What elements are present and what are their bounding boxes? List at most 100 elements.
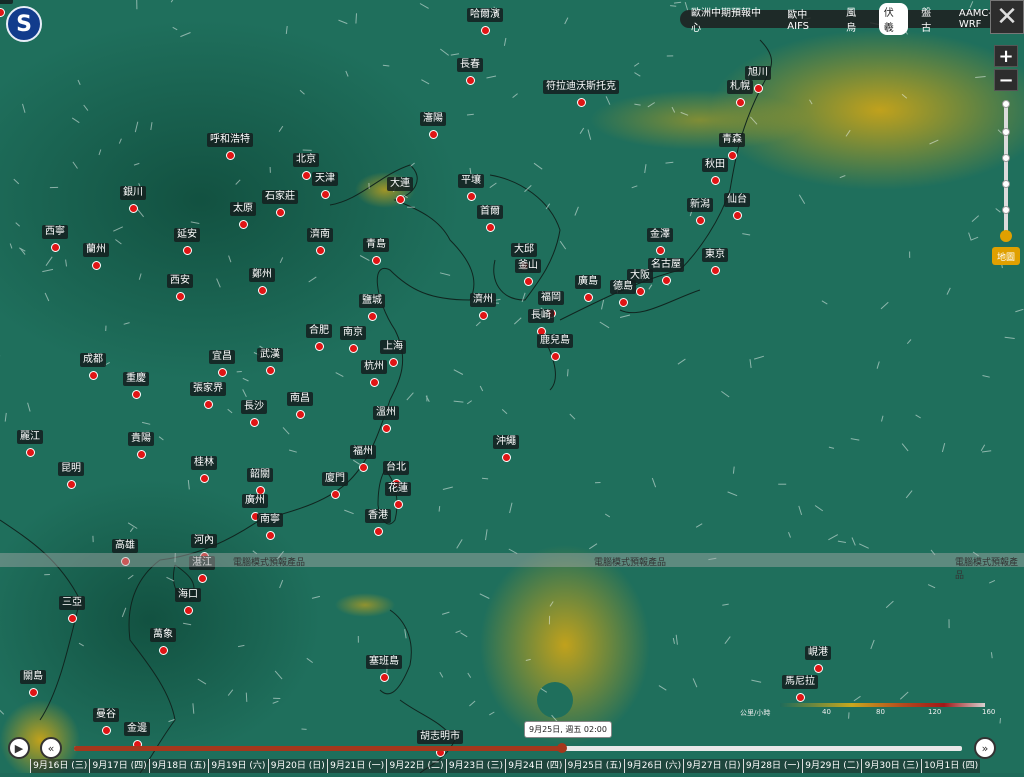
city-marker[interactable]: 沖繩 — [493, 435, 519, 462]
city-marker[interactable]: 韶關 — [247, 468, 273, 495]
city-marker[interactable]: 青森 — [719, 133, 745, 160]
city-marker[interactable]: 長春 — [457, 58, 483, 85]
city-dot-icon[interactable] — [814, 664, 823, 673]
city-marker[interactable]: 仙台 — [724, 193, 750, 220]
city-dot-icon[interactable] — [486, 223, 495, 232]
city-dot-icon[interactable] — [711, 176, 720, 185]
city-dot-icon[interactable] — [577, 98, 586, 107]
city-marker[interactable]: 東京 — [702, 248, 728, 275]
city-dot-icon[interactable] — [276, 208, 285, 217]
city-marker[interactable]: 呼和浩特 — [207, 133, 253, 160]
layer-slider-handle[interactable] — [1000, 230, 1012, 242]
city-dot-icon[interactable] — [711, 266, 720, 275]
city-marker[interactable]: 曼谷 — [93, 708, 119, 735]
city-dot-icon[interactable] — [551, 352, 560, 361]
city-dot-icon[interactable] — [662, 276, 671, 285]
layer-slider-stop[interactable] — [1002, 180, 1010, 188]
city-marker[interactable]: 大連 — [387, 177, 413, 204]
timeline-day[interactable]: 9月22日 (二) — [386, 759, 445, 773]
rewind-icon[interactable]: « — [40, 737, 62, 759]
city-dot-icon[interactable] — [137, 450, 146, 459]
city-marker[interactable]: 德島 — [610, 280, 636, 307]
layer-slider-stop[interactable] — [1002, 100, 1010, 108]
city-marker[interactable]: 麗江 — [17, 430, 43, 457]
city-marker[interactable]: 鄭州 — [249, 268, 275, 295]
forecast-map[interactable] — [0, 0, 1024, 773]
city-marker[interactable]: 札幌 — [727, 80, 753, 107]
city-dot-icon[interactable] — [51, 243, 60, 252]
city-marker[interactable]: 重慶 — [123, 372, 149, 399]
city-dot-icon[interactable] — [200, 474, 209, 483]
city-marker[interactable]: 濟南 — [307, 228, 333, 255]
city-dot-icon[interactable] — [250, 418, 259, 427]
city-marker[interactable]: 合肥 — [306, 324, 332, 351]
city-dot-icon[interactable] — [479, 311, 488, 320]
city-dot-icon[interactable] — [266, 366, 275, 375]
timeline-day[interactable]: 9月20日 (日) — [268, 759, 327, 773]
city-marker[interactable]: 鹿兒島 — [537, 334, 573, 361]
city-dot-icon[interactable] — [183, 246, 192, 255]
city-dot-icon[interactable] — [736, 98, 745, 107]
city-marker[interactable]: 杭州 — [361, 360, 387, 387]
city-dot-icon[interactable] — [26, 448, 35, 457]
city-marker[interactable]: 金澤 — [647, 228, 673, 255]
city-marker[interactable]: 海口 — [175, 588, 201, 615]
city-dot-icon[interactable] — [132, 390, 141, 399]
city-dot-icon[interactable] — [636, 287, 645, 296]
city-marker[interactable]: 香港 — [365, 509, 391, 536]
city-marker[interactable]: 馬尼拉 — [782, 675, 818, 702]
city-dot-icon[interactable] — [266, 531, 275, 540]
city-marker[interactable]: 關島 — [20, 670, 46, 697]
city-dot-icon[interactable] — [372, 256, 381, 265]
timeline-day[interactable]: 9月16日 (三) — [30, 759, 89, 773]
layer-slider-stop[interactable] — [1002, 128, 1010, 136]
city-marker[interactable]: 濟州 — [470, 293, 496, 320]
city-marker[interactable]: 溫州 — [373, 406, 399, 433]
city-dot-icon[interactable] — [29, 688, 38, 697]
terrain-toggle-button[interactable]: 地圖 — [992, 247, 1020, 265]
city-dot-icon[interactable] — [754, 84, 763, 93]
city-dot-icon[interactable] — [176, 292, 185, 301]
city-marker[interactable]: 塞班島 — [366, 655, 402, 682]
city-marker[interactable]: 成都 — [80, 353, 106, 380]
timeline-day[interactable]: 10月1日 (四) — [921, 759, 980, 773]
city-dot-icon[interactable] — [218, 368, 227, 377]
city-dot-icon[interactable] — [524, 277, 533, 286]
city-marker[interactable]: 銀川 — [120, 186, 146, 213]
layer-slider-stop[interactable] — [1002, 206, 1010, 214]
timeline-day[interactable]: 9月25日 (五) — [565, 759, 624, 773]
city-dot-icon[interactable] — [321, 190, 330, 199]
city-marker[interactable]: 太原 — [230, 202, 256, 229]
city-dot-icon[interactable] — [368, 312, 377, 321]
city-marker[interactable]: 廣島 — [575, 275, 601, 302]
city-dot-icon[interactable] — [374, 527, 383, 536]
city-marker[interactable]: 南寧 — [257, 513, 283, 540]
city-marker[interactable]: 延安 — [174, 228, 200, 255]
city-marker[interactable]: 三亞 — [59, 596, 85, 623]
city-dot-icon[interactable] — [302, 171, 311, 180]
timeline-day[interactable]: 9月27日 (日) — [683, 759, 742, 773]
city-dot-icon[interactable] — [331, 490, 340, 499]
model-ecmwf-aifs[interactable]: 歐中AIFS — [782, 5, 833, 33]
city-marker[interactable]: 長沙 — [241, 400, 267, 427]
city-dot-icon[interactable] — [481, 26, 490, 35]
city-dot-icon[interactable] — [316, 246, 325, 255]
city-dot-icon[interactable] — [502, 453, 511, 462]
city-marker[interactable]: 新潟 — [687, 198, 713, 225]
model-pangu[interactable]: 盤古 — [916, 3, 946, 35]
city-dot-icon[interactable] — [184, 606, 193, 615]
city-dot-icon[interactable] — [466, 76, 475, 85]
model-fuxi[interactable]: 伏羲 — [879, 3, 909, 35]
city-marker[interactable]: 昆明 — [58, 462, 84, 489]
city-dot-icon[interactable] — [733, 211, 742, 220]
city-marker[interactable]: 石家莊 — [262, 190, 298, 217]
timeline-day[interactable]: 9月19日 (六) — [208, 759, 267, 773]
city-dot-icon[interactable] — [315, 342, 324, 351]
city-dot-icon[interactable] — [370, 378, 379, 387]
city-marker[interactable]: 花蓮 — [385, 482, 411, 509]
timeline-day[interactable]: 9月24日 (四) — [505, 759, 564, 773]
layer-slider-stop[interactable] — [1002, 154, 1010, 162]
city-dot-icon[interactable] — [389, 358, 398, 367]
timeline-day[interactable]: 9月28日 (一) — [743, 759, 802, 773]
city-marker[interactable]: 貴陽 — [128, 432, 154, 459]
